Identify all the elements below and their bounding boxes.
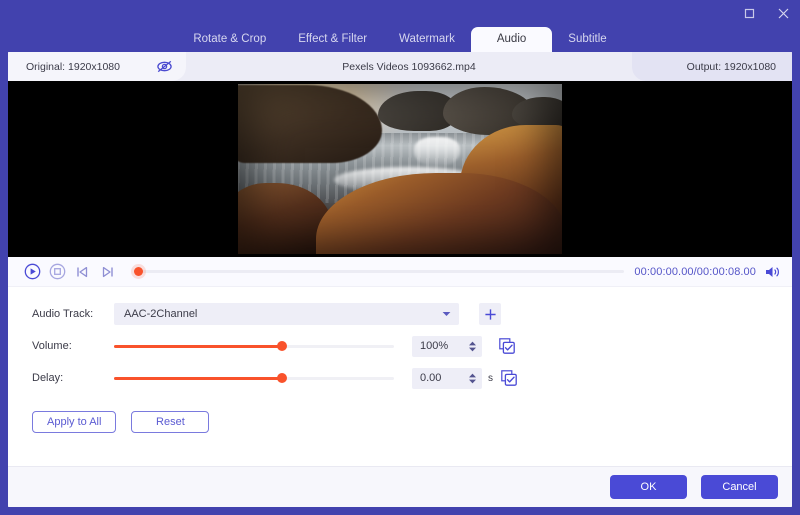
volume-slider[interactable] [114,336,394,356]
audio-settings-window: Rotate & Crop Effect & Filter Watermark … [0,0,800,515]
timecode-label: 00:00:00.00/00:00:08.00 [634,265,756,278]
volume-slider-fill [114,344,282,348]
tab-bar: Rotate & Crop Effect & Filter Watermark … [0,27,800,52]
add-audio-track-button[interactable] [479,303,501,325]
playhead-handle[interactable] [134,267,143,276]
tab-rotate-crop[interactable]: Rotate & Crop [177,27,282,52]
tab-audio[interactable]: Audio [470,27,553,52]
title-bar [0,0,800,27]
video-frame [238,81,562,257]
delay-stepper[interactable] [468,373,477,384]
speaker-icon[interactable] [764,265,780,279]
delay-label: Delay: [32,372,64,384]
close-button[interactable] [774,4,792,22]
next-frame-icon[interactable] [95,259,120,284]
output-resolution-label: Output: 1920x1080 [686,60,776,73]
tab-watermark[interactable]: Watermark [383,27,471,52]
stop-circle-icon[interactable] [45,259,70,284]
delay-slider-handle[interactable] [277,373,287,383]
transport-bar: 00:00:00.00/00:00:08.00 [8,257,792,287]
volume-value: 100% [420,340,449,352]
reset-button[interactable]: Reset [131,411,210,433]
delay-slider[interactable] [114,368,394,388]
cancel-button[interactable]: Cancel [701,475,778,499]
chevron-down-icon [442,310,451,319]
delay-value-input[interactable]: 0.00 [412,367,482,389]
dialog-footer: OK Cancel [8,466,792,507]
audio-settings-form: Audio Track: AAC-2Channel Volume: 100% D… [8,287,792,466]
window-controls [740,4,792,22]
volume-slider-handle[interactable] [277,341,287,351]
original-info: Original: 1920x1080 [8,52,186,81]
video-preview-stage[interactable] [8,81,792,257]
volume-stepper[interactable] [468,341,477,352]
volume-apply-to-all-check-icon[interactable] [499,338,515,354]
tab-subtitle[interactable]: Subtitle [552,27,622,52]
audio-track-row: Audio Track: AAC-2Channel [8,301,792,327]
delay-row: Delay: 0.00 s [8,365,792,391]
volume-value-input[interactable]: 100% [412,335,482,357]
delay-apply-to-all-check-icon[interactable] [501,370,517,386]
delay-unit-label: s [488,372,493,384]
maximize-button[interactable] [740,4,758,22]
frame-letterbox-bottom [238,254,562,257]
audio-track-select[interactable]: AAC-2Channel [114,303,459,325]
volume-row: Volume: 100% [8,333,792,359]
eye-slash-icon[interactable] [156,60,173,73]
audio-track-label: Audio Track: [32,308,94,320]
form-action-buttons: Apply to All Reset [8,397,792,433]
audio-track-value: AAC-2Channel [124,308,198,320]
output-info: Output: 1920x1080 [632,52,792,81]
tab-effect-filter[interactable]: Effect & Filter [282,27,383,52]
preview-info-bar: Original: 1920x1080 Pexels Videos 109366… [8,52,792,81]
original-resolution-label: Original: 1920x1080 [26,60,120,73]
play-circle-icon[interactable] [20,259,45,284]
file-name-label: Pexels Videos 1093662.mp4 [342,60,476,73]
progress-track [134,270,625,273]
playback-progress-slider[interactable] [134,259,625,284]
apply-to-all-button[interactable]: Apply to All [32,411,117,433]
delay-value: 0.00 [420,372,442,384]
ok-button[interactable]: OK [610,475,687,499]
previous-frame-icon[interactable] [70,259,95,284]
volume-label: Volume: [32,340,72,352]
main-panel: Original: 1920x1080 Pexels Videos 109366… [8,52,792,507]
delay-slider-fill [114,376,282,380]
frame-letterbox-top [238,81,562,84]
frame-vignette [238,81,562,257]
